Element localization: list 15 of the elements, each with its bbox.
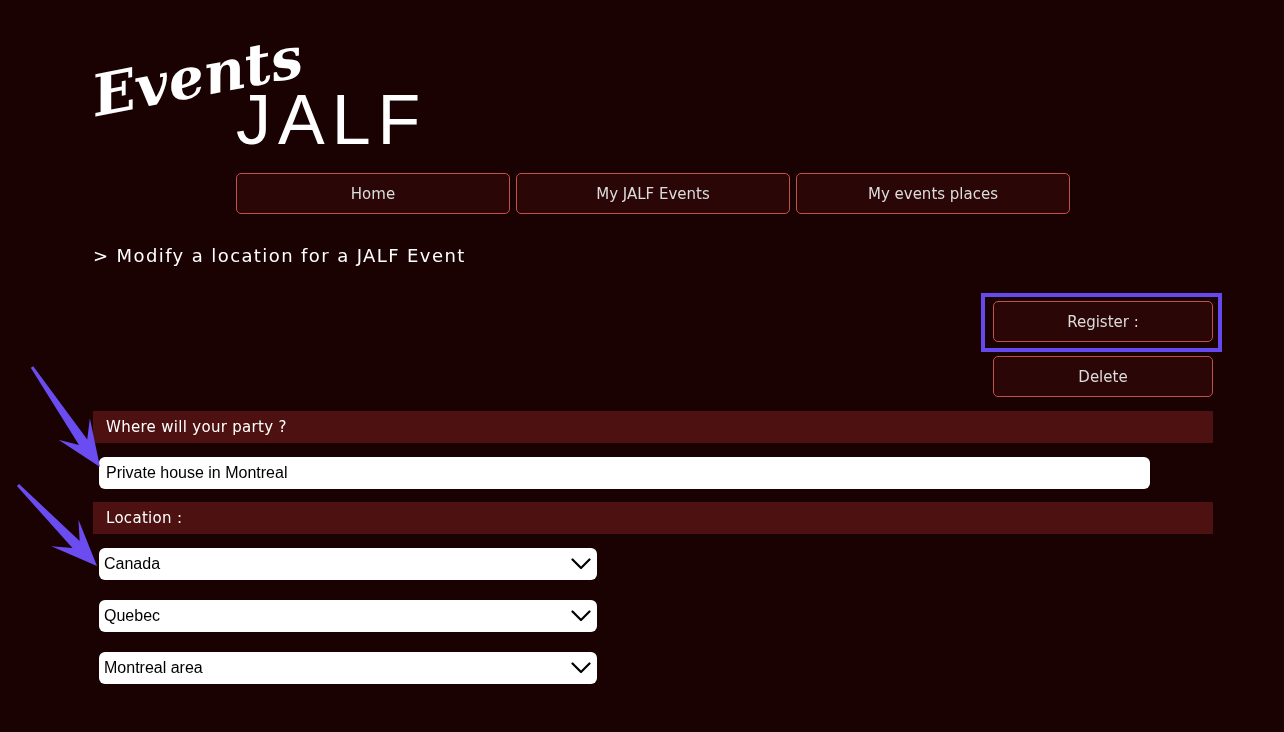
dropdown[interactable]: Quebec bbox=[99, 600, 597, 632]
text-input[interactable]: Private house in Montreal bbox=[99, 457, 1150, 489]
chevron-down-icon bbox=[571, 662, 591, 674]
page-title: > Modify a location for a JALF Event bbox=[93, 244, 466, 268]
nav-button[interactable]: My events places bbox=[796, 173, 1070, 214]
chevron-down-icon bbox=[571, 610, 591, 622]
section-header: Location : bbox=[93, 502, 1213, 534]
nav-button[interactable]: My JALF Events bbox=[516, 173, 790, 214]
delete-button[interactable]: Delete bbox=[993, 356, 1213, 397]
chevron-down-icon bbox=[571, 558, 591, 570]
dropdown[interactable]: Montreal area bbox=[99, 652, 597, 684]
nav-button[interactable]: Home bbox=[236, 173, 510, 214]
dropdown[interactable]: Canada bbox=[99, 548, 597, 580]
section-header: Where will your party ? bbox=[93, 411, 1213, 443]
register-button[interactable]: Register : bbox=[993, 301, 1213, 342]
